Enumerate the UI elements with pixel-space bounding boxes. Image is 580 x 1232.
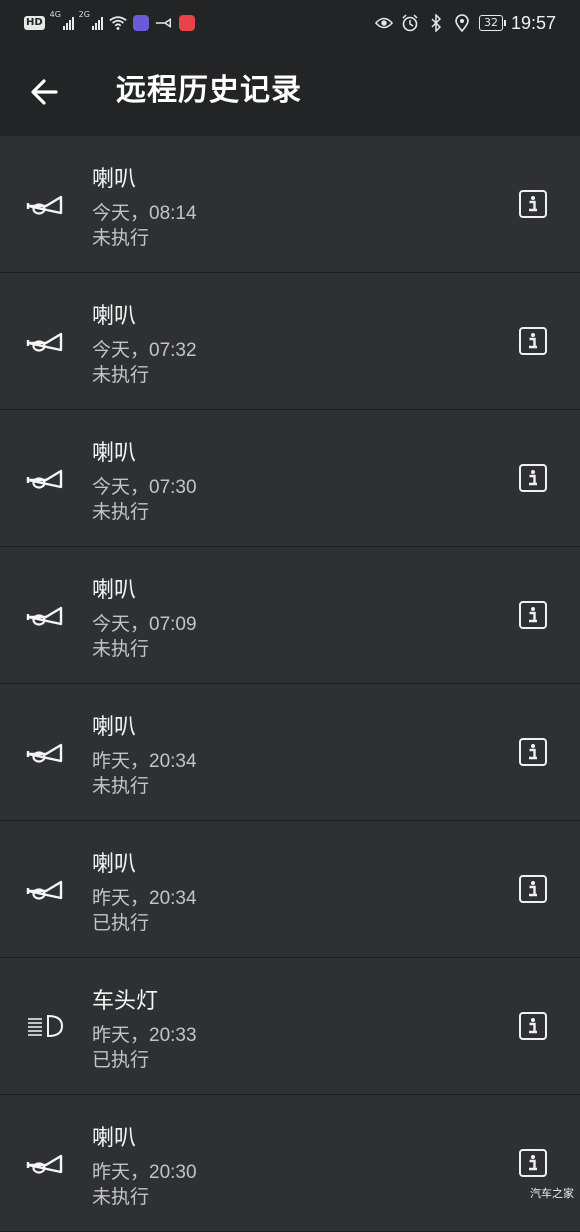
eye-icon bbox=[374, 17, 393, 29]
record-status: 未执行 bbox=[92, 227, 150, 249]
status-bar-left: HD 4G 2G bbox=[24, 10, 195, 33]
record-status: 已执行 bbox=[92, 912, 150, 934]
history-row[interactable]: 喇叭昨天，20:34 未执行 bbox=[0, 684, 580, 821]
info-button[interactable] bbox=[519, 738, 547, 766]
record-title: 喇叭 bbox=[92, 167, 137, 192]
record-title: 喇叭 bbox=[92, 852, 137, 877]
record-time: 今天，08:14 bbox=[92, 203, 197, 224]
history-row[interactable]: 喇叭 昨天，20:30 未执行 bbox=[0, 1095, 580, 1232]
record-status: 未执行 bbox=[92, 638, 150, 660]
record-time: 昨天，20:34 bbox=[92, 888, 197, 909]
history-row[interactable]: 喇叭今天，07:09 未执行 bbox=[0, 547, 580, 684]
hd-badge: HD bbox=[24, 16, 45, 30]
history-list[interactable]: 喇叭 今天，08:14 未执行 喇叭 今天，07:32 未执行 喇叭 今天，07:30 未执行喇… bbox=[0, 136, 580, 1232]
record-time: 今天，07:09 bbox=[92, 614, 197, 635]
info-button[interactable] bbox=[519, 190, 547, 218]
info-button[interactable] bbox=[519, 1149, 547, 1177]
wifi-icon bbox=[109, 16, 127, 30]
status-clock: 19:57 bbox=[510, 12, 556, 33]
record-title: 喇叭 bbox=[92, 304, 137, 329]
info-button[interactable] bbox=[519, 601, 547, 629]
info-button[interactable] bbox=[519, 875, 547, 903]
info-button[interactable] bbox=[519, 464, 547, 492]
network-type-label: 4G bbox=[49, 10, 61, 19]
info-button[interactable] bbox=[519, 327, 547, 355]
record-time: 今天，07:30 bbox=[92, 477, 197, 498]
battery-icon: 32 bbox=[478, 15, 506, 31]
horn-icon bbox=[26, 740, 64, 764]
horn-icon bbox=[26, 1151, 64, 1175]
history-row[interactable]: 喇叭今天，08:14 未执行 bbox=[0, 136, 580, 273]
record-time: 昨天，20:30 bbox=[92, 1162, 197, 1183]
horn-icon bbox=[26, 466, 64, 490]
history-row[interactable]: 喇叭今天，07:30 未执行 bbox=[0, 410, 580, 547]
record-time: 昨天，20:34 bbox=[92, 751, 197, 772]
app-notification-icon bbox=[132, 15, 149, 31]
record-title: 喇叭 bbox=[92, 578, 137, 603]
record-status: 未执行 bbox=[92, 775, 150, 797]
record-title: 喇叭 bbox=[92, 1126, 137, 1151]
record-time: 昨天，20:33 bbox=[92, 1025, 197, 1046]
history-row[interactable]: 喇叭昨天，20:34 已执行 bbox=[0, 821, 580, 958]
record-title: 喇叭 bbox=[92, 715, 137, 740]
horn-icon bbox=[26, 192, 64, 216]
back-arrow-icon[interactable] bbox=[26, 72, 66, 112]
bluetooth-icon bbox=[431, 14, 442, 32]
record-status: 已执行 bbox=[92, 1049, 150, 1071]
signal-2g-icon: 2G bbox=[79, 10, 103, 30]
info-button[interactable] bbox=[519, 1012, 547, 1040]
horn-notification-icon bbox=[155, 18, 171, 28]
signal-4g-icon: 4G bbox=[50, 10, 74, 30]
status-bar: HD 4G 2G 32 19:57 bbox=[0, 0, 580, 46]
status-bar-right: 32 19:57 bbox=[374, 11, 556, 35]
history-row[interactable]: 喇叭今天，07:32 未执行 bbox=[0, 273, 580, 410]
app-notification-icon bbox=[178, 15, 195, 31]
location-icon bbox=[455, 14, 469, 32]
history-row[interactable]: 车头灯昨天，20:33 已执行 bbox=[0, 958, 580, 1095]
app-bar: 远程历史记录 bbox=[0, 46, 580, 136]
alarm-icon bbox=[402, 14, 418, 32]
record-time: 今天，07:32 bbox=[92, 340, 197, 361]
record-status: 未执行 bbox=[92, 364, 150, 386]
horn-icon bbox=[26, 877, 64, 901]
page-title: 远程历史记录 bbox=[116, 73, 302, 108]
horn-icon bbox=[26, 329, 64, 353]
watermark: 汽车之家 bbox=[530, 1187, 574, 1200]
record-status: 未执行 bbox=[92, 501, 150, 523]
horn-icon bbox=[26, 603, 64, 627]
record-title: 车头灯 bbox=[92, 989, 159, 1014]
network-type-label: 2G bbox=[78, 10, 90, 19]
record-title: 喇叭 bbox=[92, 441, 137, 466]
headlight-icon bbox=[26, 1014, 64, 1038]
